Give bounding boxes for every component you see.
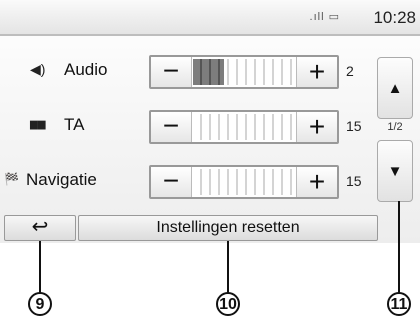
row-ta: ▆▆ TA − + 15 [0,106,380,146]
row-label: TA [64,115,85,134]
row-value: 15 [346,118,362,134]
row-label: Audio [64,60,108,79]
callout-line [39,241,41,293]
minus-button[interactable]: − [151,167,192,197]
scroll-down-button[interactable]: ▼ [377,140,413,202]
volume-slider[interactable]: − + [149,110,339,144]
page-indicator: 1/2 [387,121,403,133]
clock: 10:28 [373,8,416,27]
plus-button[interactable]: + [296,57,337,87]
callout-10: 10 [216,292,240,316]
row-value: 15 [346,173,362,189]
arrow-down-icon: ▼ [387,163,403,180]
minus-button[interactable]: − [151,112,192,142]
signal-battery-icon: .ıll ▭ [309,11,340,23]
slider-track[interactable] [193,59,295,85]
status-bar: .ıll ▭ 10:28 [0,0,420,36]
back-arrow-icon: ↩ [31,216,49,238]
row-audio: ◀) Audio − + 2 [0,51,380,91]
callout-9: 9 [28,292,52,316]
plus-button[interactable]: + [296,112,337,142]
checkered-flag-icon: 🏁 [4,172,19,186]
callout-line [227,241,229,293]
volume-slider[interactable]: − + [149,55,339,89]
ta-icon: ▆▆ [30,119,46,130]
row-value: 2 [346,63,354,79]
settings-screen: .ıll ▭ 10:28 ◀) Audio − + 2 ▆▆ TA − + 15… [0,0,420,243]
slider-fill [193,59,224,85]
slider-track[interactable] [193,169,295,195]
reset-settings-button[interactable]: Instellingen resetten [78,215,378,241]
volume-slider[interactable]: − + [149,165,339,199]
minus-button[interactable]: − [151,57,192,87]
callout-11: 11 [387,292,411,316]
arrow-up-icon: ▲ [387,80,403,97]
callout-line [398,201,400,293]
bottom-bar: ↩ Instellingen resetten [0,214,380,243]
back-button[interactable]: ↩ [4,215,76,241]
scroll-up-button[interactable]: ▲ [377,57,413,119]
row-label: Navigatie [26,170,97,189]
slider-track[interactable] [193,114,295,140]
row-navigatie: 🏁 Navigatie − + 15 [0,161,380,201]
plus-button[interactable]: + [296,167,337,197]
speaker-icon: ◀) [30,61,46,77]
